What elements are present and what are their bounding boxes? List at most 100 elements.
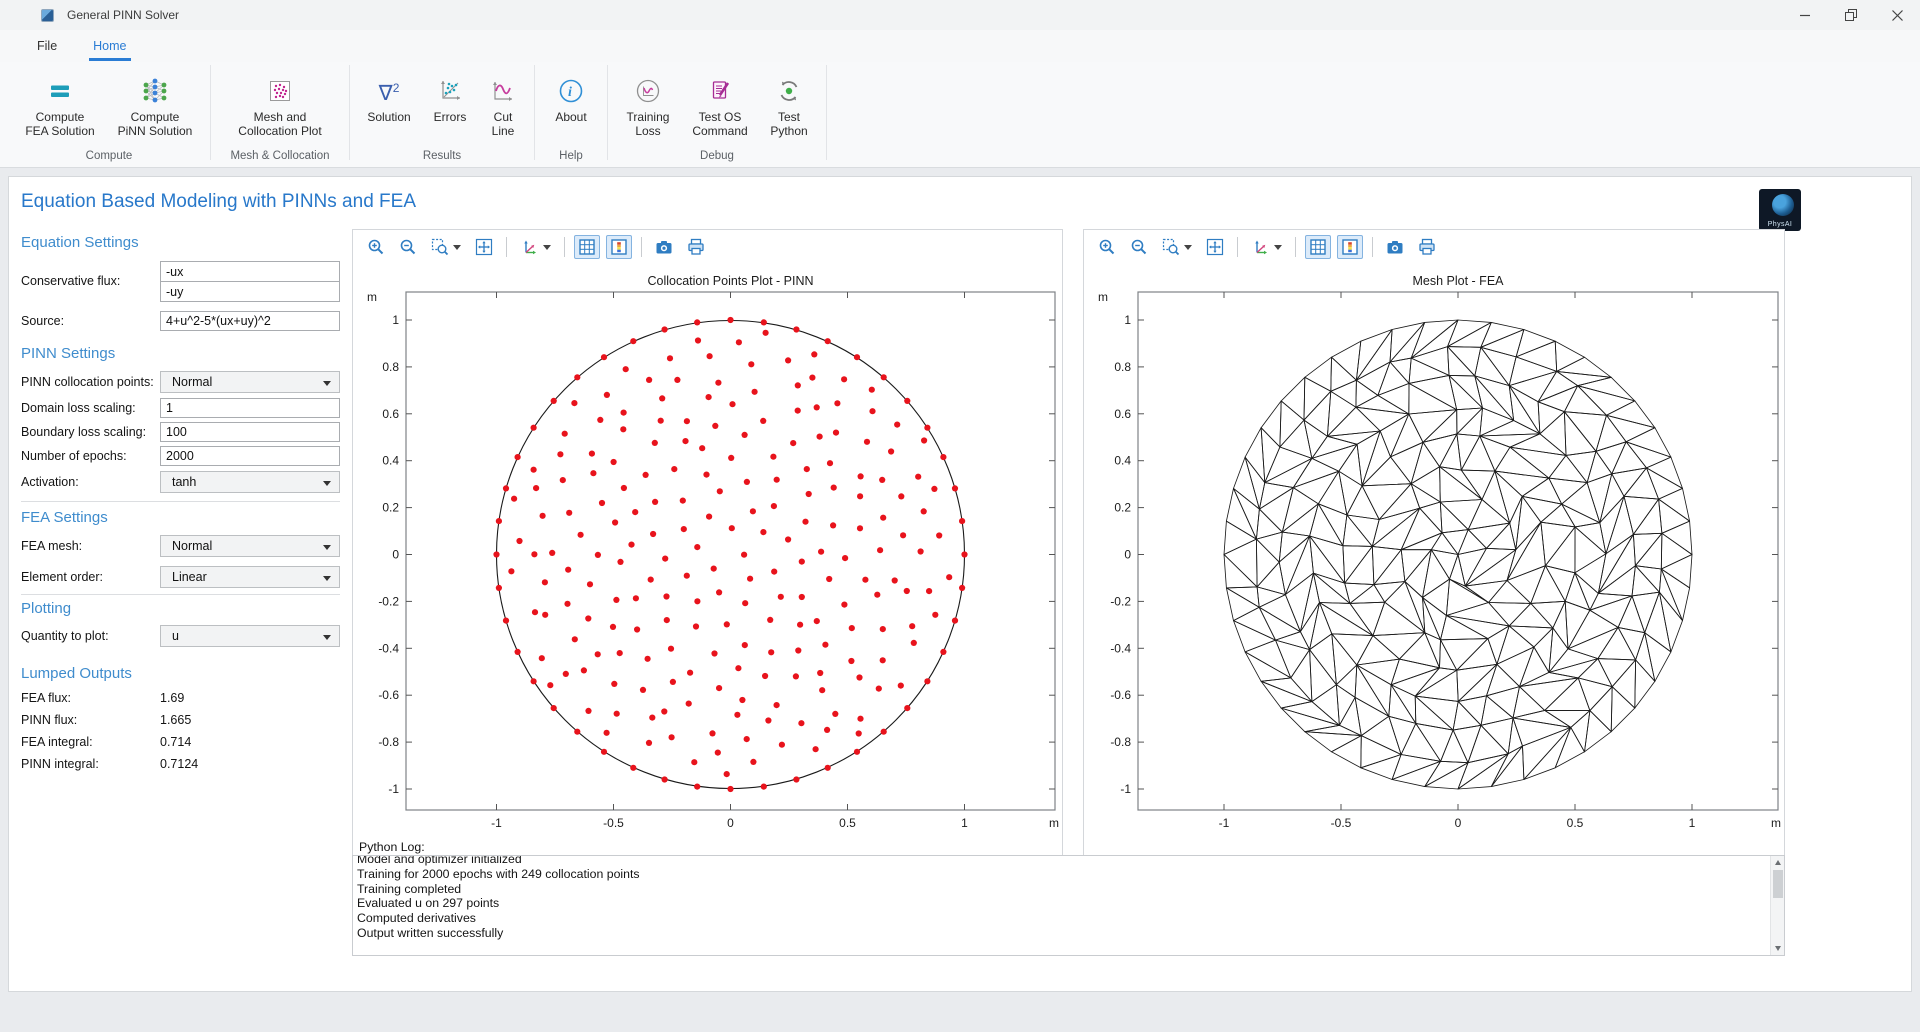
zoom-in-button[interactable] <box>1094 235 1120 259</box>
ribbon-group-mesh-collocation: Mesh andCollocation Plot Mesh & Collocat… <box>211 62 349 167</box>
axis-orientation-icon <box>520 238 539 256</box>
chevron-down-icon <box>323 545 331 550</box>
zoom-in-button[interactable] <box>363 235 389 259</box>
collocation-points-plot[interactable]: -1-0.500.5110.80.60.40.20-0.2-0.4-0.6-0.… <box>353 264 1064 868</box>
solution-button[interactable]: ∇2 Solution <box>357 70 421 124</box>
nabla-squared-icon: ∇2 <box>379 72 400 110</box>
boundary-loss-scaling-input[interactable] <box>160 422 340 442</box>
svg-text:1: 1 <box>1689 816 1696 830</box>
domain-loss-scaling-label: Domain loss scaling: <box>21 401 160 415</box>
print-button[interactable] <box>683 235 709 259</box>
ribbon: ComputeFEA Solution <box>0 62 1920 168</box>
print-button[interactable] <box>1414 235 1440 259</box>
svg-text:0.8: 0.8 <box>1114 360 1131 374</box>
conservative-flux-y-input[interactable] <box>160 281 340 302</box>
svg-text:-1: -1 <box>491 816 502 830</box>
element-order-dropdown[interactable]: Linear <box>160 566 340 588</box>
svg-text:0: 0 <box>1455 816 1462 830</box>
compute-pinn-solution-button[interactable]: ComputePiNN Solution <box>107 70 203 138</box>
pinn-flux-row: PINN flux: 1.665 <box>21 713 340 727</box>
activation-label: Activation: <box>21 475 160 489</box>
svg-text:-1: -1 <box>1120 782 1131 796</box>
chevron-down-icon <box>1184 245 1192 250</box>
triangle-down-icon <box>1775 946 1781 951</box>
colorbar-toggle-button[interactable] <box>606 235 632 259</box>
snapshot-button[interactable] <box>651 235 677 259</box>
camera-icon <box>1386 238 1404 256</box>
toolbar-separator <box>506 237 507 257</box>
physai-logo-orb <box>1772 194 1794 216</box>
pinn-collocation-points-label: PINN collocation points: <box>21 375 160 389</box>
conservative-flux-label: Conservative flux: <box>21 261 160 288</box>
svg-text:i: i <box>568 85 572 100</box>
neural-network-icon <box>140 72 170 110</box>
scroll-up-button[interactable] <box>1771 856 1784 869</box>
fea-mesh-plot[interactable]: -1-0.500.5110.80.60.40.20-0.2-0.4-0.6-0.… <box>1084 264 1786 868</box>
mesh-and-collocation-plot-button[interactable]: Mesh andCollocation Plot <box>218 70 342 138</box>
svg-text:m: m <box>367 290 377 304</box>
cut-line-button[interactable]: CutLine <box>479 70 527 138</box>
zoom-out-button[interactable] <box>395 235 421 259</box>
zoom-extents-button[interactable] <box>471 235 497 259</box>
svg-text:-0.4: -0.4 <box>1110 641 1131 655</box>
toolbar-separator <box>1295 237 1296 257</box>
tab-file[interactable]: File <box>30 30 64 62</box>
scatter-box-icon <box>266 72 294 110</box>
svg-text:-0.5: -0.5 <box>603 816 624 830</box>
equals-icon <box>46 72 74 110</box>
section-divider <box>21 501 340 502</box>
printer-icon <box>687 238 705 256</box>
number-of-epochs-input[interactable] <box>160 446 340 466</box>
zoom-box-button[interactable] <box>427 235 465 259</box>
svg-text:Collocation Points Plot - PINN: Collocation Points Plot - PINN <box>647 274 813 288</box>
test-os-command-button[interactable]: Test OSCommand <box>683 70 757 138</box>
fea-integral-label: FEA integral: <box>21 735 160 749</box>
about-button[interactable]: i About <box>542 70 600 124</box>
compute-fea-solution-button[interactable]: ComputeFEA Solution <box>15 70 105 138</box>
domain-loss-scaling-input[interactable] <box>160 398 340 418</box>
training-loss-button[interactable]: TrainingLoss <box>615 70 681 138</box>
conservative-flux-x-input[interactable] <box>160 261 340 282</box>
scrollbar-thumb[interactable] <box>1773 870 1783 898</box>
tab-home[interactable]: Home <box>86 30 133 62</box>
svg-text:1: 1 <box>1124 313 1131 327</box>
grid-toggle-button[interactable] <box>1305 235 1331 259</box>
svg-text:-0.8: -0.8 <box>378 735 399 749</box>
domain-loss-scaling-row: Domain loss scaling: <box>21 398 340 418</box>
svg-text:0.5: 0.5 <box>839 816 856 830</box>
pinn-collocation-points-dropdown[interactable]: Normal <box>160 371 340 393</box>
chevron-down-icon <box>453 245 461 250</box>
svg-text:Mesh Plot - FEA: Mesh Plot - FEA <box>1413 274 1505 288</box>
scroll-down-button[interactable] <box>1771 942 1784 955</box>
colorbar-toggle-button[interactable] <box>1337 235 1363 259</box>
snapshot-button[interactable] <box>1382 235 1408 259</box>
grid-toggle-button[interactable] <box>574 235 600 259</box>
activation-dropdown[interactable]: tanh <box>160 471 340 493</box>
python-log-box[interactable]: Model and optimizer initialized Training… <box>352 855 1785 956</box>
close-button[interactable] <box>1874 0 1920 30</box>
zoom-box-button[interactable] <box>1158 235 1196 259</box>
source-input[interactable] <box>160 311 340 331</box>
close-icon <box>1892 10 1903 21</box>
restore-button[interactable] <box>1828 0 1874 30</box>
errors-button[interactable]: Errors <box>423 70 477 124</box>
quantity-to-plot-dropdown[interactable]: u <box>160 625 340 647</box>
element-order-row: Element order: Linear <box>21 566 340 588</box>
cut-line-curve-icon <box>489 72 517 110</box>
printer-icon <box>1418 238 1436 256</box>
toolbar-separator <box>641 237 642 257</box>
zoom-extents-button[interactable] <box>1202 235 1228 259</box>
plot-toolbar <box>1084 230 1784 264</box>
zoom-out-button[interactable] <box>1126 235 1152 259</box>
svg-text:-0.2: -0.2 <box>378 594 399 608</box>
log-scrollbar[interactable] <box>1770 856 1784 955</box>
test-python-button[interactable]: TestPython <box>759 70 819 138</box>
minimize-button[interactable] <box>1782 0 1828 30</box>
axis-orientation-button[interactable] <box>516 235 555 259</box>
fea-mesh-dropdown[interactable]: Normal <box>160 535 340 557</box>
mesh-plot-panel: -1-0.500.5110.80.60.40.20-0.2-0.4-0.6-0.… <box>1083 229 1785 867</box>
axis-orientation-button[interactable] <box>1247 235 1286 259</box>
pinn-flux-label: PINN flux: <box>21 713 160 727</box>
fea-integral-row: FEA integral: 0.714 <box>21 735 340 749</box>
menu-tab-row: File Home <box>0 30 1920 62</box>
